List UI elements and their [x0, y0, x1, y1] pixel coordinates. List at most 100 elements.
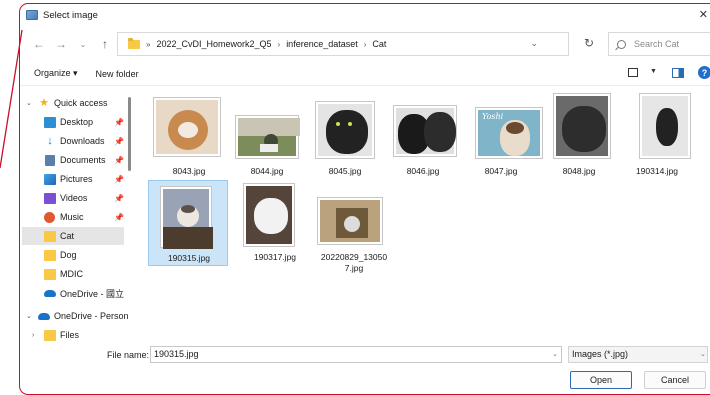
breadcrumb-item[interactable]: Cat — [372, 39, 386, 49]
file-item[interactable]: 190317.jpg — [236, 180, 314, 270]
file-item[interactable]: 8046.jpg — [384, 94, 462, 184]
sidebar-item-files[interactable]: › Files — [22, 326, 124, 342]
breadcrumb-item[interactable]: 2022_CvDI_Homework2_Q5 — [156, 39, 271, 49]
search-icon — [617, 39, 626, 49]
pin-icon[interactable]: 📌 — [114, 137, 124, 146]
file-type-select[interactable]: Images (*.jpg) — [568, 346, 708, 363]
folder-icon — [44, 249, 56, 261]
search-input[interactable]: Search Cat — [608, 32, 710, 56]
navigation-bar: ← → ⌄ ↑ » 2022_CvDI_Homework2_Q5 › infer… — [20, 30, 710, 58]
image-thumbnail — [161, 187, 213, 249]
sidebar-item-dog[interactable]: Dog — [22, 246, 124, 264]
forward-icon[interactable]: → — [50, 33, 72, 55]
file-grid: 8043.jpg 8044.jpg 8045.jpg 8046.jpg Yosh… — [140, 88, 710, 342]
chevron-down-icon[interactable]: ⌄ — [700, 350, 706, 358]
preview-pane-icon[interactable] — [672, 68, 684, 78]
address-bar[interactable]: » 2022_CvDI_Homework2_Q5 › inference_dat… — [117, 32, 569, 56]
pictures-icon — [44, 173, 56, 185]
file-item[interactable]: 8043.jpg — [150, 94, 228, 184]
chevron-down-icon[interactable]: ⌄ — [26, 312, 32, 320]
sidebar-item-label: OneDrive - 國立 — [60, 288, 125, 299]
file-item[interactable]: Yoshi 8047.jpg — [462, 94, 542, 184]
image-thumbnail — [154, 98, 220, 156]
breadcrumb-item[interactable]: inference_dataset — [286, 39, 358, 49]
image-thumbnail — [316, 102, 374, 158]
sidebar-item-videos[interactable]: Videos 📌 — [22, 189, 124, 207]
file-item[interactable]: 20220829_130507.jpg — [314, 180, 392, 273]
chevron-down-icon[interactable]: ⌄ — [530, 38, 538, 49]
up-icon[interactable]: ↑ — [94, 33, 116, 55]
pin-icon[interactable]: 📌 — [114, 156, 124, 165]
image-thumbnail — [318, 198, 382, 244]
sidebar-item-pictures[interactable]: Pictures 📌 — [22, 170, 124, 188]
file-name-input[interactable]: 190315.jpg — [150, 346, 562, 363]
file-item[interactable]: 190314.jpg — [618, 94, 696, 184]
window-icon — [26, 10, 38, 20]
download-icon: ↓ — [47, 134, 53, 147]
sidebar-item-desktop[interactable]: Desktop 📌 — [22, 113, 124, 131]
sidebar-item-label: OneDrive - Person — [54, 311, 129, 321]
chevron-down-icon[interactable]: ▼ — [650, 68, 657, 75]
sidebar-item-label: Desktop — [60, 117, 94, 127]
close-icon[interactable]: ✕ — [699, 8, 708, 21]
chevron-right-icon[interactable]: › — [32, 332, 34, 339]
organize-button[interactable]: Organize ▾ — [34, 68, 78, 79]
file-name: 20220829_130507.jpg — [320, 252, 388, 273]
folder-icon — [128, 37, 140, 49]
navigation-pane: ⌄ ★ Quick access Desktop 📌 ↓ Downloads 📌… — [22, 88, 134, 342]
open-button[interactable]: Open — [570, 371, 632, 389]
videos-icon — [44, 192, 56, 204]
dialog-footer: File name: 190315.jpg ⌄ Images (*.jpg) ⌄… — [20, 344, 710, 394]
sidebar-item-label: Files — [60, 330, 80, 340]
window-title: Select image — [43, 9, 98, 21]
music-icon — [44, 211, 55, 223]
sidebar-item-quick-access[interactable]: ⌄ ★ Quick access — [22, 94, 124, 112]
file-item[interactable]: 190315.jpg — [148, 180, 228, 266]
pin-icon[interactable]: 📌 — [114, 175, 124, 184]
pin-icon[interactable]: 📌 — [114, 118, 124, 127]
title-bar: Select image ✕ — [20, 4, 710, 26]
chevron-down-icon[interactable]: ⌄ — [552, 350, 558, 358]
pin-icon[interactable]: 📌 — [114, 213, 124, 222]
sidebar-item-label: Documents — [60, 155, 106, 165]
sidebar-item-label: MDIC — [60, 269, 83, 279]
file-name: 190314.jpg — [635, 166, 679, 176]
sidebar-item-onedrive-school[interactable]: OneDrive - 國立 — [22, 284, 124, 302]
sidebar-item-cat[interactable]: Cat — [22, 227, 124, 245]
view-icon[interactable] — [628, 68, 638, 77]
sidebar-item-label: Music — [60, 212, 84, 222]
back-icon[interactable]: ← — [28, 33, 50, 55]
image-thumbnail — [394, 106, 456, 156]
pin-icon[interactable]: 📌 — [114, 194, 124, 203]
folder-icon — [44, 230, 56, 242]
breadcrumb-separator: › — [277, 39, 281, 49]
breadcrumb-separator: » — [146, 39, 151, 49]
sidebar-item-music[interactable]: Music 📌 — [22, 208, 124, 226]
file-name: 8047.jpg — [484, 166, 518, 176]
file-name: 8048.jpg — [562, 166, 596, 176]
refresh-icon[interactable]: ↻ — [584, 36, 594, 50]
image-thumbnail — [554, 94, 610, 158]
file-item[interactable]: 8045.jpg — [306, 94, 384, 184]
cancel-button[interactable]: Cancel — [644, 371, 706, 389]
sidebar-item-downloads[interactable]: ↓ Downloads 📌 — [22, 132, 124, 150]
sidebar-item-mdic[interactable]: MDIC — [22, 265, 124, 283]
command-bar: Organize ▾ New folder ▼ ? — [20, 62, 710, 86]
file-name: 190315.jpg — [167, 253, 211, 263]
sidebar-item-label: Pictures — [60, 174, 93, 184]
image-thumbnail — [244, 184, 294, 246]
chevron-down-icon[interactable]: ⌄ — [72, 33, 94, 55]
file-name: 190317.jpg — [253, 252, 297, 262]
breadcrumb-separator: › — [363, 39, 367, 49]
sidebar-item-label: Dog — [60, 250, 77, 260]
chevron-down-icon[interactable]: ⌄ — [26, 99, 32, 107]
desktop-icon — [44, 116, 56, 128]
help-icon[interactable]: ? — [698, 66, 710, 79]
sidebar-scrollbar[interactable] — [128, 97, 131, 171]
new-folder-button[interactable]: New folder — [96, 69, 139, 79]
sidebar-item-documents[interactable]: Documents 📌 — [22, 151, 124, 169]
cloud-icon — [44, 289, 56, 297]
sidebar-item-onedrive-personal[interactable]: ⌄ OneDrive - Person — [22, 307, 134, 325]
file-item[interactable]: 8044.jpg — [228, 94, 306, 184]
file-item[interactable]: 8048.jpg — [540, 94, 618, 184]
